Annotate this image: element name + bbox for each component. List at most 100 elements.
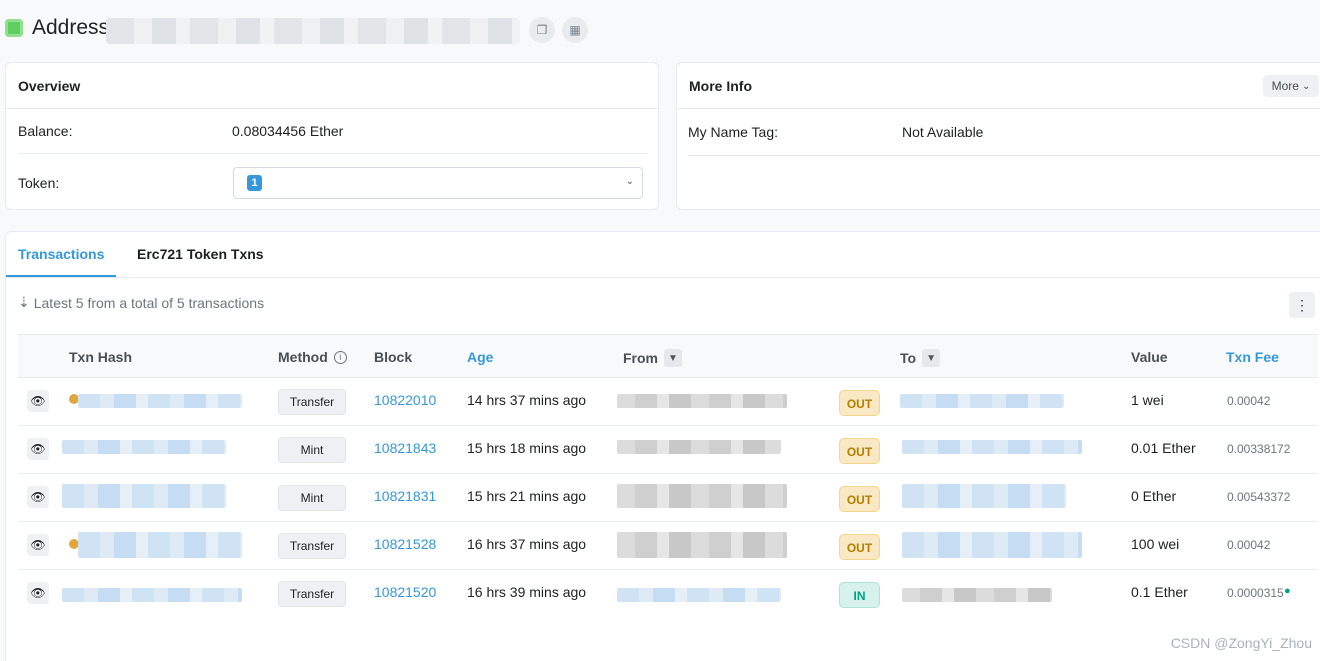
view-details-button[interactable]: 👁 <box>27 582 49 604</box>
from-address-redacted[interactable] <box>617 532 787 558</box>
col-from-label: From <box>623 350 658 366</box>
block-link[interactable]: 10821528 <box>374 536 436 552</box>
col-txn-hash-label: Txn Hash <box>69 349 133 365</box>
table-options-button[interactable]: ⋮ <box>1289 292 1315 318</box>
txn-hash-link-redacted[interactable] <box>78 394 242 408</box>
to-address-redacted[interactable] <box>900 394 1064 408</box>
txn-fee-text: 0.00042 <box>1227 538 1271 552</box>
balance-label: Balance: <box>18 123 73 139</box>
from-address-redacted[interactable] <box>617 440 781 454</box>
info-icon[interactable]: i <box>333 350 347 364</box>
block-link[interactable]: 10822010 <box>374 392 436 408</box>
more-info-divider <box>688 155 1320 156</box>
from-address-redacted[interactable] <box>617 484 787 508</box>
method-badge: Transfer <box>278 533 346 559</box>
eye-icon: 👁 <box>30 442 46 456</box>
value-text: 0.1 Ether <box>1131 584 1188 600</box>
eye-icon: 👁 <box>30 538 46 552</box>
more-button[interactable]: More ⌄ <box>1263 75 1319 97</box>
txn-hash-link-redacted[interactable] <box>62 484 226 508</box>
address-logo-icon <box>5 19 23 37</box>
direction-badge: IN <box>839 582 880 608</box>
col-txn-fee[interactable]: Txn Fee <box>1226 349 1279 365</box>
eye-icon: 👁 <box>30 394 46 408</box>
more-info-card: More Info More ⌄ My Name Tag: Not Availa… <box>676 62 1320 210</box>
method-badge: Transfer <box>278 581 346 607</box>
txn-fee-text: 0.00042 <box>1227 394 1271 408</box>
txn-fee-text: 0.00543372 <box>1227 490 1291 504</box>
col-value: Value <box>1131 349 1168 365</box>
age-text: 15 hrs 18 mins ago <box>467 440 587 456</box>
to-address-redacted[interactable] <box>902 484 1066 508</box>
block-link[interactable]: 10821843 <box>374 440 436 456</box>
overview-title: Overview <box>6 63 658 109</box>
view-details-button[interactable]: 👁 <box>27 390 49 412</box>
block-link[interactable]: 10821520 <box>374 584 436 600</box>
to-address-redacted[interactable] <box>902 532 1082 558</box>
watermark: CSDN @ZongYi_Zhou <box>1170 635 1312 651</box>
age-text: 14 hrs 37 mins ago <box>467 392 587 408</box>
tabs-bar: Transactions Erc721 Token Txns <box>6 232 1320 278</box>
from-address-redacted[interactable] <box>617 588 781 602</box>
col-block-label: Block <box>374 349 413 365</box>
transactions-card: Transactions Erc721 Token Txns ⇣ Latest … <box>5 231 1320 661</box>
col-age-label: Age <box>467 349 494 365</box>
page-title: Address <box>32 16 110 39</box>
overview-divider <box>18 153 648 154</box>
table-row: 👁 Transfer 10821528 16 hrs 37 mins ago O… <box>18 522 1318 570</box>
to-address-redacted[interactable] <box>902 440 1082 454</box>
value-text: 0.01 Ether <box>1131 440 1196 456</box>
summary-text: Latest 5 from a total of 5 transactions <box>33 294 265 311</box>
col-method: Method i <box>278 349 347 365</box>
copy-address-button[interactable]: ❐ <box>529 17 555 43</box>
age-text: 16 hrs 37 mins ago <box>467 536 587 552</box>
method-badge: Transfer <box>278 389 346 415</box>
direction-badge: OUT <box>839 486 880 512</box>
txn-hash-link-redacted[interactable] <box>78 532 242 558</box>
txn-hash-link-redacted[interactable] <box>62 588 242 602</box>
value-text: 100 wei <box>1131 536 1180 552</box>
col-txn-hash: Txn Hash <box>69 349 132 365</box>
name-tag-label: My Name Tag: <box>688 124 778 140</box>
value-text: 0 Ether <box>1131 488 1177 504</box>
col-value-label: Value <box>1131 349 1168 365</box>
overview-card: Overview Balance: 0.08034456 Ether Token… <box>5 62 659 210</box>
to-address-redacted[interactable] <box>902 588 1052 602</box>
txn-hash-link-redacted[interactable] <box>62 440 226 454</box>
block-link[interactable]: 10821831 <box>374 488 436 504</box>
name-tag-value: Not Available <box>902 124 984 140</box>
direction-badge: OUT <box>839 438 880 464</box>
token-dropdown[interactable]: 1 ⌄ <box>233 167 643 199</box>
eye-icon: 👁 <box>30 490 46 504</box>
direction-badge: OUT <box>839 534 880 560</box>
value-text: 1 wei <box>1131 392 1164 408</box>
page-header: Address ❐ ▦ <box>0 0 1320 58</box>
filter-icon[interactable]: ▼ <box>922 349 941 367</box>
method-badge: Mint <box>278 485 346 511</box>
age-text: 15 hrs 21 mins ago <box>467 488 587 504</box>
chevron-down-icon: ⌄ <box>625 176 634 187</box>
address-value-redacted <box>106 18 520 44</box>
active-tab-indicator <box>6 275 116 277</box>
col-to-label: To <box>900 350 917 366</box>
table-row: 👁 Transfer 10821520 16 hrs 39 mins ago I… <box>18 570 1318 618</box>
filter-icon[interactable]: ▼ <box>664 349 682 367</box>
view-details-button[interactable]: 👁 <box>27 486 49 508</box>
age-text: 16 hrs 39 mins ago <box>467 584 587 600</box>
sort-icon: ⇣ <box>18 294 30 310</box>
view-details-button[interactable]: 👁 <box>27 438 49 460</box>
direction-badge: OUT <box>839 390 880 416</box>
copy-icon: ❐ <box>536 23 548 37</box>
col-from: From ▼ <box>623 349 682 367</box>
tab-erc721-token-txns[interactable]: Erc721 Token Txns <box>137 246 264 262</box>
qr-code-icon: ▦ <box>569 23 581 37</box>
qr-code-button[interactable]: ▦ <box>562 17 588 43</box>
col-method-label: Method <box>278 349 328 365</box>
table-row: 👁 Mint 10821831 15 hrs 21 mins ago OUT 0… <box>18 474 1318 522</box>
tab-transactions[interactable]: Transactions <box>18 246 104 262</box>
col-age[interactable]: Age <box>467 349 493 365</box>
view-details-button[interactable]: 👁 <box>27 534 49 556</box>
from-address-redacted[interactable] <box>617 394 787 408</box>
col-to: To ▼ <box>900 349 941 367</box>
col-block: Block <box>374 349 412 365</box>
